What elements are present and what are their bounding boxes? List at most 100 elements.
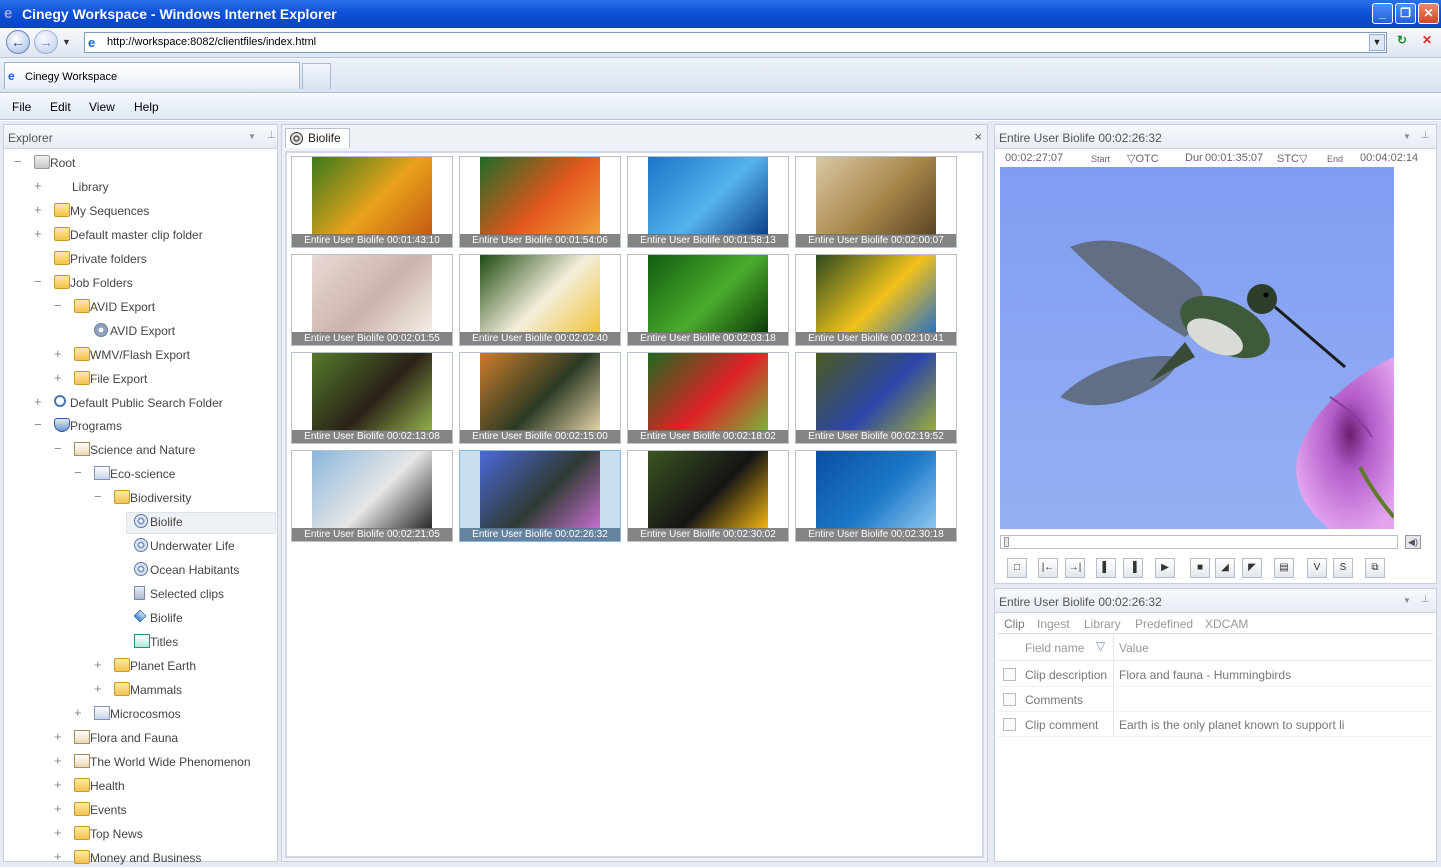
- tree-item[interactable]: AVID Export: [4, 321, 276, 341]
- tree-item[interactable]: + Events: [4, 800, 276, 820]
- explorer-menu-icon[interactable]: ▼: [248, 132, 256, 141]
- address-bar[interactable]: e http://workspace:8082/clientfiles/inde…: [84, 32, 1387, 53]
- clip-tile[interactable]: Entire User Biolife 00:02:01:55: [291, 254, 453, 346]
- browser-tab[interactable]: e Cinegy Workspace: [4, 62, 300, 89]
- menu-edit[interactable]: Edit: [50, 100, 71, 114]
- clip-tile[interactable]: Entire User Biolife 00:02:02:40: [459, 254, 621, 346]
- mark-in-button[interactable]: ▌: [1096, 558, 1116, 578]
- new-tab-button[interactable]: [302, 63, 331, 89]
- tree-item[interactable]: + Planet Earth: [4, 656, 276, 676]
- expand-icon[interactable]: +: [74, 706, 84, 719]
- expand-icon[interactable]: +: [54, 850, 64, 863]
- expand-icon[interactable]: +: [54, 778, 64, 791]
- collapse-icon[interactable]: −: [74, 466, 84, 479]
- votc-label[interactable]: ▽OTC: [1127, 152, 1159, 165]
- menu-view[interactable]: View: [89, 100, 115, 114]
- tree-item[interactable]: − Root: [4, 153, 276, 173]
- field-value[interactable]: Flora and fauna - Hummingbirds: [1119, 668, 1291, 682]
- collapse-icon[interactable]: −: [34, 275, 44, 288]
- pip-button[interactable]: ⧉: [1365, 558, 1385, 578]
- tree-item[interactable]: + WMV/Flash Export: [4, 345, 276, 365]
- play-button[interactable]: ▶: [1155, 558, 1175, 578]
- metadata-menu-icon[interactable]: ▼: [1403, 596, 1411, 605]
- tree-item[interactable]: + My Sequences: [4, 201, 276, 221]
- close-window-button[interactable]: ✕: [1418, 3, 1439, 24]
- clip-tile[interactable]: Entire User Biolife 00:02:26:32: [459, 450, 621, 542]
- tree-item[interactable]: + Top News: [4, 824, 276, 844]
- tree-item[interactable]: Titles: [4, 632, 276, 652]
- tree-item[interactable]: − Programs: [4, 416, 276, 436]
- metadata-pin-icon[interactable]: ⊥: [1421, 594, 1430, 605]
- clip-tile[interactable]: Entire User Biolife 00:01:54:06: [459, 156, 621, 248]
- tree-item[interactable]: + Mammals: [4, 680, 276, 700]
- column-value[interactable]: Value: [1119, 641, 1149, 655]
- clip-tile[interactable]: Entire User Biolife 00:02:03:18: [627, 254, 789, 346]
- set-in-button[interactable]: ◢: [1215, 558, 1235, 578]
- clip-tile[interactable]: Entire User Biolife 00:01:58:13: [627, 156, 789, 248]
- filter-icon[interactable]: ▽: [1096, 639, 1105, 653]
- scrubber-handle[interactable]: [1004, 537, 1009, 547]
- tree-item[interactable]: Underwater Life: [4, 536, 276, 556]
- collapse-icon[interactable]: −: [54, 442, 64, 455]
- tab-library[interactable]: Library: [1084, 617, 1121, 631]
- mark-out-button[interactable]: ▐: [1123, 558, 1143, 578]
- volume-icon[interactable]: ◀): [1405, 535, 1421, 549]
- clip-tile[interactable]: Entire User Biolife 00:02:00:07: [795, 156, 957, 248]
- close-tab-icon[interactable]: ×: [974, 129, 982, 144]
- tree-item[interactable]: + Health: [4, 776, 276, 796]
- menu-help[interactable]: Help: [134, 100, 159, 114]
- tree-item[interactable]: − Job Folders: [4, 273, 276, 293]
- video-preview[interactable]: [1000, 167, 1394, 529]
- clip-tile[interactable]: Entire User Biolife 00:02:30:02: [627, 450, 789, 542]
- column-field-name[interactable]: Field name: [1025, 641, 1084, 655]
- tree-item[interactable]: + Money and Business: [4, 848, 276, 868]
- back-button[interactable]: ←: [6, 30, 30, 54]
- expand-icon[interactable]: +: [94, 658, 104, 671]
- tree-item[interactable]: + File Export: [4, 369, 276, 389]
- tree-item[interactable]: + Default master clip folder: [4, 225, 276, 245]
- clip-tile[interactable]: Entire User Biolife 00:02:13:08: [291, 352, 453, 444]
- forward-button[interactable]: →: [34, 30, 58, 54]
- expand-icon[interactable]: +: [94, 682, 104, 695]
- tab-ingest[interactable]: Ingest: [1037, 617, 1070, 631]
- clip-tile[interactable]: Entire User Biolife 00:02:21:05: [291, 450, 453, 542]
- expand-icon[interactable]: +: [34, 227, 44, 240]
- expand-icon[interactable]: +: [54, 347, 64, 360]
- preview-pin-icon[interactable]: ⊥: [1421, 130, 1430, 141]
- menu-file[interactable]: File: [12, 100, 31, 114]
- explorer-pin-icon[interactable]: ⊥: [267, 130, 276, 141]
- tree-item[interactable]: + Library: [4, 177, 276, 197]
- edit-icon[interactable]: [1003, 693, 1016, 706]
- collapse-icon[interactable]: −: [34, 418, 44, 431]
- tab-clip[interactable]: Clip: [1004, 617, 1025, 631]
- snapshot-button[interactable]: ▤: [1274, 558, 1294, 578]
- start-label[interactable]: Start: [1091, 154, 1110, 164]
- expand-icon[interactable]: +: [34, 179, 44, 192]
- stc-label[interactable]: STC▽: [1277, 152, 1307, 165]
- go-to-end-button[interactable]: →|: [1065, 558, 1085, 578]
- tree-item[interactable]: + Microcosmos: [4, 704, 276, 724]
- stop-button[interactable]: ■: [1190, 558, 1210, 578]
- tree-item[interactable]: + Flora and Fauna: [4, 728, 276, 748]
- tab-xdcam[interactable]: XDCAM: [1205, 617, 1248, 631]
- clip-tile[interactable]: Entire User Biolife 00:02:15:00: [459, 352, 621, 444]
- edit-icon[interactable]: [1003, 718, 1016, 731]
- tree-item[interactable]: + Default Public Search Folder: [4, 393, 276, 413]
- expand-icon[interactable]: +: [54, 802, 64, 815]
- address-url[interactable]: http://workspace:8082/clientfiles/index.…: [107, 36, 316, 48]
- history-dropdown-icon[interactable]: ▼: [62, 37, 71, 47]
- metadata-row[interactable]: Clip comment Earth is the only planet kn…: [998, 712, 1433, 737]
- expand-icon[interactable]: +: [54, 371, 64, 384]
- minimize-button[interactable]: _: [1372, 3, 1393, 24]
- address-dropdown-icon[interactable]: ▼: [1369, 34, 1385, 51]
- tree-item[interactable]: Selected clips: [4, 584, 276, 604]
- video-button[interactable]: V: [1307, 558, 1327, 578]
- restore-button[interactable]: ❐: [1395, 3, 1416, 24]
- tab-biolife[interactable]: Biolife: [285, 128, 350, 148]
- expand-icon[interactable]: +: [34, 203, 44, 216]
- clip-tile[interactable]: Entire User Biolife 00:01:43:10: [291, 156, 453, 248]
- metadata-row[interactable]: Comments: [998, 687, 1433, 712]
- collapse-icon[interactable]: −: [94, 490, 104, 503]
- tab-predefined[interactable]: Predefined: [1135, 617, 1193, 631]
- tree-item[interactable]: − Biodiversity: [4, 488, 276, 508]
